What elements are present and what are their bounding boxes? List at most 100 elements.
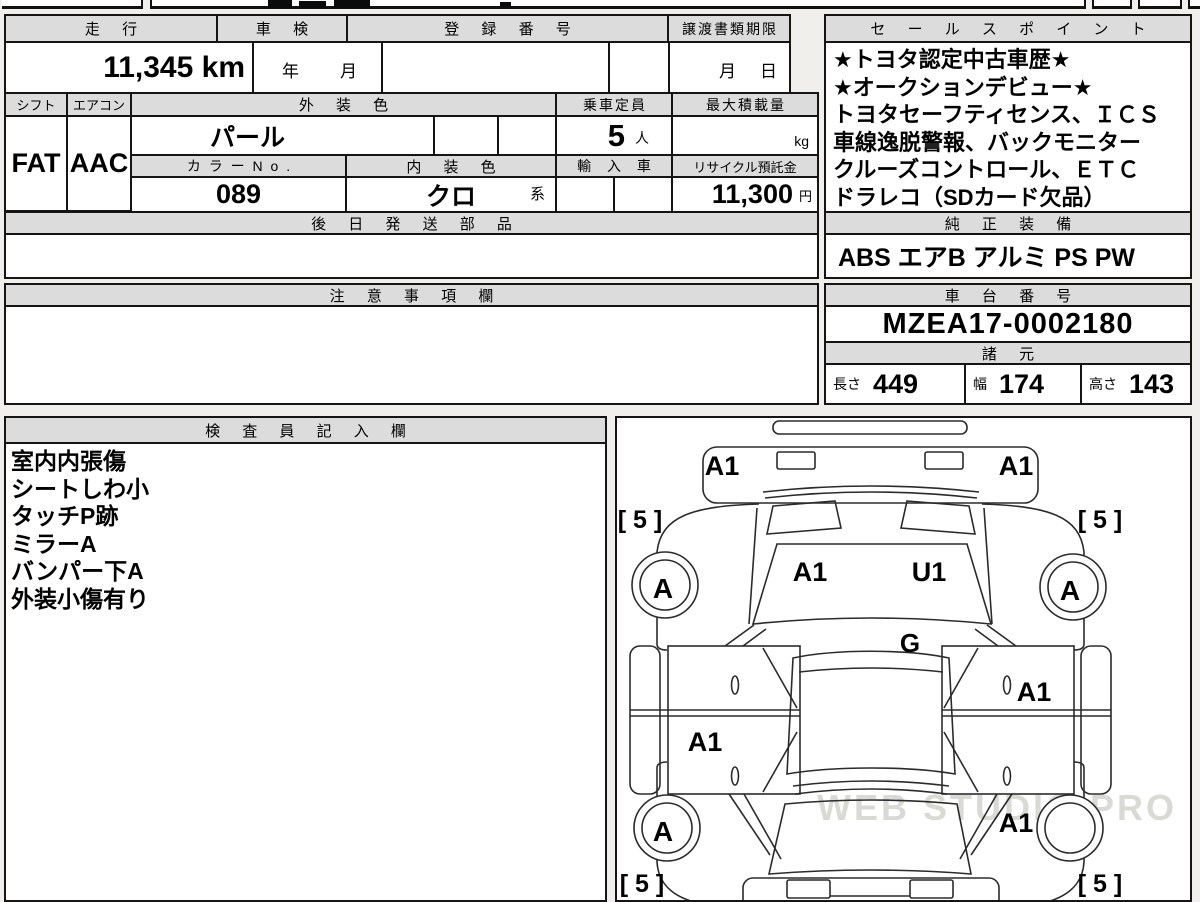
exterior-color-header: 外 装 色 [130,92,557,117]
mark-quarter-right: A1 [999,808,1034,838]
sales-points-content: ★トヨタ認定中古車歴★ ★オークションデビュー★ トヨタセーフティセンス、ＩＣＳ… [824,41,1192,213]
shaken-year-label: 年 [282,62,299,81]
spec-width: 幅 174 [964,363,1082,405]
auction-sheet: { "top_table": { "mileage_label": "走 行",… [0,0,1200,902]
caution-content [4,305,819,405]
recycle-deposit-value: 11,300 円 [671,176,819,213]
mark-roof: G [900,628,920,658]
maxload-header: 最大積載量 [671,92,819,117]
interior-color-suffix: 系 [529,186,545,203]
later-parts-header: 後 日 発 送 部 品 [4,211,819,235]
door-handle [730,766,740,786]
interior-color-header: 内 装 色 [345,154,557,178]
pillar-line [974,624,1017,647]
pillar-line [724,624,767,647]
import-header: 輸 入 車 [555,154,673,178]
inspector-line: タッチP跡 [11,503,119,529]
glyph-fragment [334,0,370,8]
rear-window-line [792,780,950,787]
capacity-value: 5 人 [555,115,673,156]
rocker-right [1080,645,1112,795]
mark-tread-front-right: [ 5 ] [1078,506,1122,534]
inspector-line: ミラーA [11,530,97,557]
shaken-header: 車 検 [216,14,348,43]
mileage-header: 走 行 [4,14,218,43]
sales-point-line: トヨタセーフティセンス、ＩＣＳ [833,102,1160,127]
capacity-header: 乗車定員 [555,92,673,117]
mark-door-left: A1 [688,727,723,757]
recycle-deposit-header: リサイクル預託金 [671,154,819,178]
pillar-line [728,793,782,860]
headlight-right [924,451,964,470]
hood-panel [702,446,1039,504]
sales-point-line: クルーズコントロール、ＥＴＣ [833,157,1140,182]
car-damage-diagram: WEB STUDIO PRO A1 A1 [5] [5] A1 U1 A… [618,420,1177,900]
mark-door-right: A1 [1017,677,1052,707]
shift-value: FAT [4,115,68,212]
import-value-cell-b [613,176,673,213]
interior-color-name: クロ [425,182,476,211]
headlight-left [776,451,816,470]
cowl-line [762,485,980,493]
shaken-value: 年 月 [252,41,383,94]
aircon-value: AAC [66,115,132,212]
interior-color-value: クロ 系 [345,176,557,213]
roof-line [798,667,944,673]
registration-header: 登 録 番 号 [346,14,669,43]
shaken-month-label: 月 [340,62,357,81]
mark-front-corner-right: A1 [999,451,1034,481]
glyph-fragment [299,1,326,8]
inspector-box: 検 査 員 記 入 欄 室内内張傷 シートしわ小 タッチP跡 ミラーA バンパー… [4,416,607,902]
beltline-right [942,709,1111,717]
recycle-deposit-unit: 円 [798,189,812,204]
sales-points-header: セ ー ル ス ポ イ ン ト [824,14,1192,43]
transfer-deadline-value: 月 日 [668,41,791,94]
cowl-line [764,491,978,499]
rocker-left [629,645,661,795]
color-no-value: 089 [130,176,347,213]
mileage-value: 11,345 km [4,41,254,94]
mark-cowl: U1 [912,557,947,587]
windshield-pane-right [900,500,977,535]
recycle-deposit-number: 11,300 [711,179,793,209]
windshield [751,543,993,625]
capacity-number: 5 [607,117,625,153]
door-handle [1002,675,1012,695]
later-parts-value [4,233,819,279]
import-value-cell-a [555,176,615,213]
inspector-line: 外装小傷有り [11,585,149,612]
sales-point-line: ドラレコ（SDカード欠品） [833,184,1106,210]
damage-diagram-box: WEB STUDIO PRO A1 A1 [5] [5] A1 U1 A… [615,416,1192,902]
windshield-pane-left [765,500,842,535]
spec-length-value: 449 [873,368,919,399]
spec-width-label: 幅 [973,376,987,392]
sales-point-line: 車線逸脱警報、バックモニター [833,129,1142,155]
spec-height: 高さ 143 [1080,363,1192,405]
shift-header: シフト [4,92,68,117]
maxload-unit: kg [794,133,809,149]
chassis-value: MZEA17-0002180 [824,305,1192,343]
door-handle [1002,766,1012,786]
registration-value [381,41,610,94]
sales-point-line: ★オークションデビュー★ [833,74,1093,100]
mark-tread-rear-right: [ 5 ] [1078,870,1122,898]
watermark: WEB STUDIO PRO [817,787,1177,828]
front-bumper [772,420,968,435]
transfer-day-label: 日 [760,62,777,81]
mark-wheel-front-left: A [653,573,673,604]
beltline-left [630,709,800,717]
aircon-header: エアコン [66,92,132,117]
mark-hood: A1 [793,557,828,587]
exterior-color-sub-cell-2 [497,115,557,156]
chassis-header: 車 台 番 号 [824,283,1192,307]
inspector-content: 室内内張傷 シートしわ小 タッチP跡 ミラーA バンパー下A 外装小傷有り [6,444,605,613]
transfer-month-label: 月 [719,62,736,81]
specs-header: 諸 元 [824,341,1192,365]
inspector-header: 検 査 員 記 入 欄 [6,418,605,444]
caution-header: 注 意 事 項 欄 [4,283,819,307]
fender-front-left-edge [748,507,758,625]
spec-height-label: 高さ [1089,376,1117,392]
registration-sub-cell [608,41,670,94]
tail-light-right [909,879,954,899]
wheel-rear-right-inner [1044,802,1096,854]
